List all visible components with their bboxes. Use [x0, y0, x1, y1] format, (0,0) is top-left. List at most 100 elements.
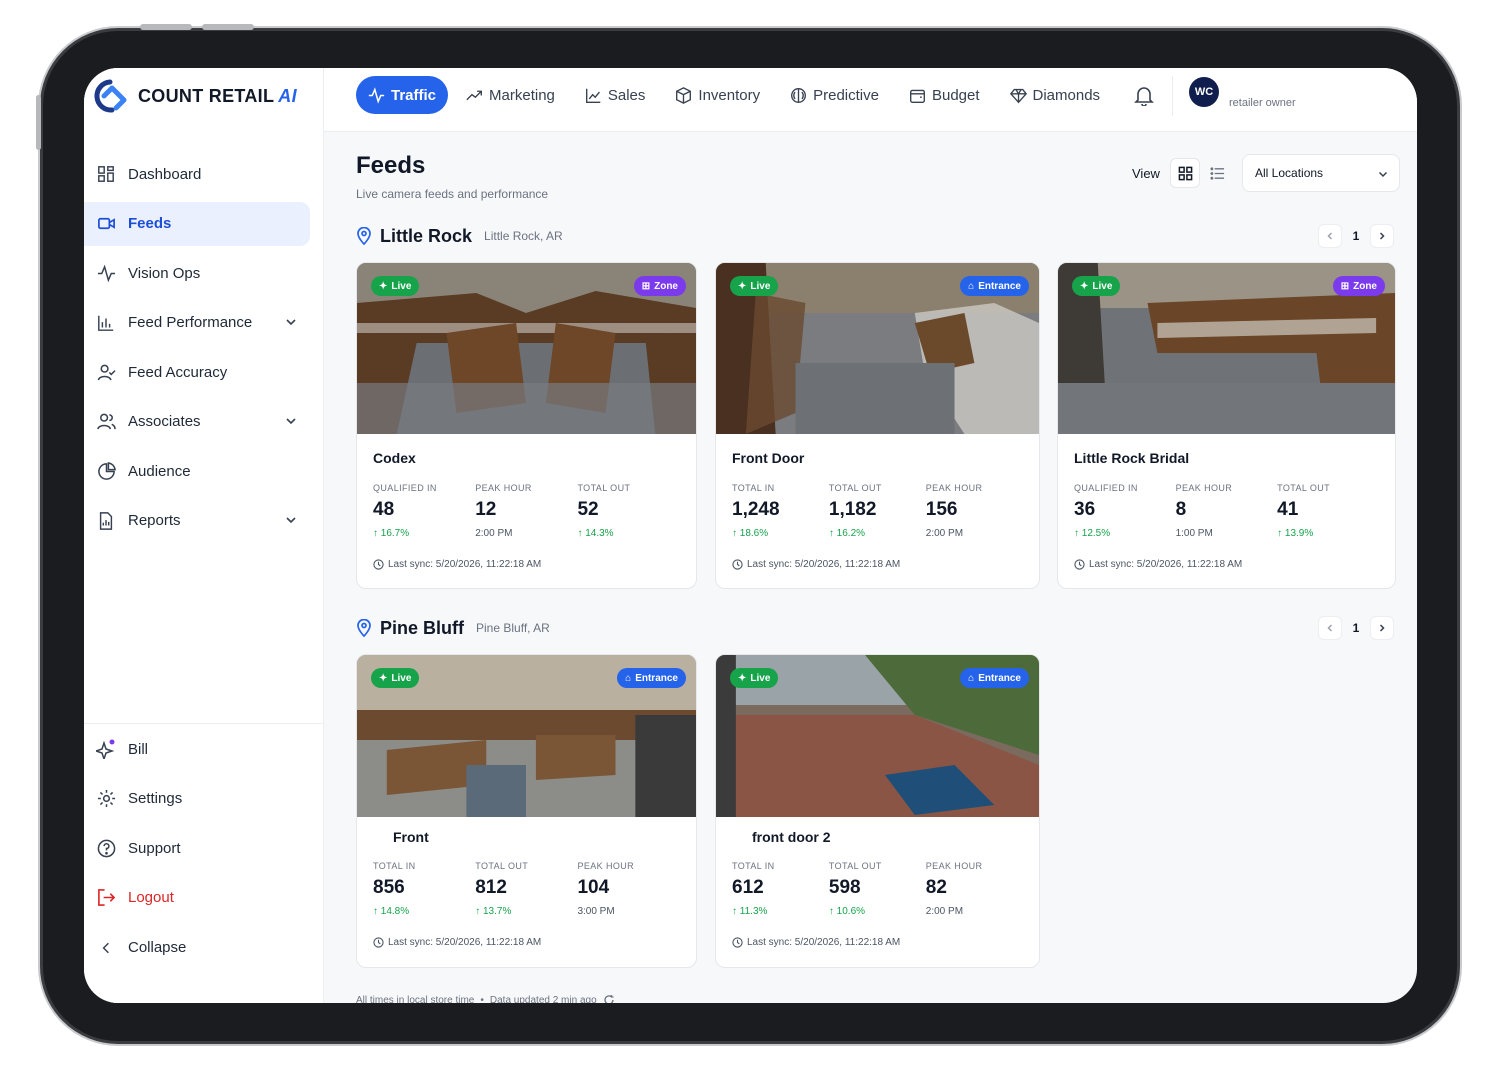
app-screen: COUNT RETAIL AI Dashboard Feeds Vision Op… [84, 68, 1417, 1003]
grid-view-button[interactable] [1170, 158, 1200, 188]
location-select-value: All Locations [1255, 166, 1324, 180]
feed-card[interactable]: ✦ Live ⌂ Entrance Front Door TOTAL IN 1,2… [715, 262, 1040, 589]
brain-icon [791, 87, 807, 103]
tab-inventory[interactable]: Inventory [663, 76, 772, 114]
package-icon [676, 86, 692, 104]
sidebar-item-reports[interactable]: Reports [84, 499, 310, 543]
stat-label: TOTAL IN [732, 861, 775, 871]
camera-feed-image[interactable]: ✦ Live ⊞ Zone [357, 263, 696, 434]
stat-label: TOTAL OUT [828, 483, 882, 493]
stat-value: 52 [577, 499, 599, 520]
camera-feed-image[interactable]: ✦ Live ⌂ Entrance [716, 655, 1039, 817]
sidebar-item-feed-performance[interactable]: Feed Performance [84, 301, 310, 345]
stat-value: 41 [1277, 499, 1299, 520]
sidebar-item-associates[interactable]: Associates [84, 400, 310, 444]
camera-feed-image[interactable]: ✦ Live ⌂ Entrance [357, 655, 696, 817]
hardware-button [202, 24, 254, 30]
prev-page-button[interactable] [1318, 616, 1342, 640]
live-badge: ✦ Live [1072, 276, 1121, 296]
tab-diamonds[interactable]: Diamonds [998, 76, 1113, 114]
hardware-button [140, 24, 192, 30]
feed-title: Codex [373, 450, 416, 466]
sidebar-item-logout[interactable]: Logout [84, 876, 310, 920]
sidebar-collapse-button[interactable]: Collapse [84, 926, 310, 970]
logout-icon [96, 888, 116, 908]
chevron-right-icon [1379, 624, 1385, 632]
sidebar-item-feed-accuracy[interactable]: Feed Accuracy [84, 350, 310, 394]
chevron-down-icon[interactable] [284, 315, 298, 329]
sidebar-item-settings[interactable]: Settings [84, 777, 310, 821]
camera-feed-image[interactable]: ✦ Live ⊞ Zone [1058, 263, 1395, 434]
chevron-down-icon[interactable] [284, 513, 298, 527]
logo-mark-icon [94, 79, 127, 113]
stat-label: PEAK HOUR [475, 483, 532, 493]
tab-predictive[interactable]: Predictive [778, 76, 891, 114]
sidebar-item-label: Associates [128, 413, 201, 430]
next-page-button[interactable] [1370, 616, 1394, 640]
stat-label: QUALIFIED IN [1074, 483, 1138, 493]
stat-label: TOTAL OUT [577, 483, 631, 493]
last-sync: Last sync: 5/20/2026, 11:22:18 AM [1074, 559, 1242, 570]
sidebar-item-feeds[interactable]: Feeds [84, 201, 310, 246]
feed-card[interactable]: ✦ Live ⊞ Zone Little Rock Bridal QUALIFI… [1057, 262, 1396, 589]
page-number[interactable]: 1 [1344, 616, 1368, 640]
file-chart-icon [96, 511, 116, 531]
zone-badge: ⊞ Zone [633, 276, 686, 296]
sidebar-item-label: Dashboard [128, 165, 202, 183]
bell-icon[interactable] [1133, 84, 1155, 106]
stat-delta: ↑ 16.2% [828, 528, 866, 539]
stat-delta: ↑ 10.6% [828, 906, 866, 917]
stat-delta: ↑ 11.3% [732, 906, 768, 917]
clock-icon [373, 937, 384, 948]
tab-traffic[interactable]: Traffic [356, 76, 449, 114]
sidebar-item-label: Settings [128, 790, 183, 807]
page-number[interactable]: 1 [1344, 224, 1368, 248]
stat-delta: ↑ 14.8% [373, 906, 410, 917]
zone-badge: ⊞ Zone [1332, 276, 1385, 296]
location-select[interactable]: All Locations [1242, 154, 1400, 192]
next-page-button[interactable] [1370, 224, 1394, 248]
sparkle-icon [96, 739, 116, 759]
sidebar-item-label: Feed Performance [128, 314, 253, 331]
brand-logo[interactable]: COUNT RETAIL AI [90, 78, 297, 114]
stat-delta: 3:00 PM [577, 906, 615, 917]
trend-icon [466, 90, 482, 100]
sidebar-item-audience[interactable]: Audience [84, 449, 310, 493]
feed-stats: TOTAL IN 856 ↑ 14.8% TOTAL OUT 812 ↑ 13.7% P… [373, 861, 680, 917]
stat-delta: ↑ 16.7% [373, 528, 410, 539]
feed-card[interactable]: ✦ Live ⌂ Entrance front door 2 TOTAL IN 6… [715, 654, 1040, 968]
list-view-button[interactable] [1202, 158, 1232, 188]
stat-value: 812 [475, 877, 507, 898]
stat-value: 612 [732, 877, 764, 898]
pie-chart-icon [96, 461, 116, 481]
refresh-icon[interactable] [603, 994, 615, 1003]
stat-delta: ↑ 18.6% [732, 528, 769, 539]
feed-card[interactable]: ✦ Live ⊞ Zone Codex QUALIFIED IN 48 ↑ 16.7… [356, 262, 697, 589]
tab-marketing[interactable]: Marketing [454, 76, 567, 114]
sidebar-item-label: Feeds [128, 215, 172, 232]
activity-icon [368, 86, 385, 104]
stat-value: 8 [1175, 499, 1187, 520]
sidebar-item-label: Logout [128, 889, 174, 906]
stat-delta: 2:00 PM [925, 528, 964, 539]
prev-page-button[interactable] [1318, 224, 1342, 248]
feed-card[interactable]: ✦ Live ⌂ Entrance Front TOTAL IN 856 ↑ 14.… [356, 654, 697, 968]
page-subtitle: Live camera feeds and performance [356, 187, 549, 201]
camera-feed-image[interactable]: ✦ Live ⌂ Entrance [716, 263, 1039, 434]
stat-delta: ↑ 13.7% [475, 906, 512, 917]
tab-sales[interactable]: Sales [573, 76, 658, 114]
footer-note: All times in local store time • Data upd… [356, 994, 615, 1003]
avatar[interactable]: WC [1189, 77, 1219, 107]
sidebar-item-label: Bill [128, 740, 149, 758]
chart-line-icon [585, 88, 601, 103]
sidebar-item-dashboard[interactable]: Dashboard [84, 152, 310, 196]
stat-value: 856 [373, 877, 405, 898]
stat-label: PEAK HOUR [925, 483, 983, 493]
wallet-icon [909, 89, 925, 103]
sidebar-item-vision-ops[interactable]: Vision Ops [84, 251, 310, 295]
chevron-down-icon[interactable] [284, 414, 298, 428]
sidebar-item-bill[interactable]: Bill [84, 727, 310, 771]
user-role: retailer owner [1229, 97, 1296, 109]
sidebar-item-support[interactable]: Support [84, 826, 310, 870]
tab-budget[interactable]: Budget [897, 76, 992, 114]
